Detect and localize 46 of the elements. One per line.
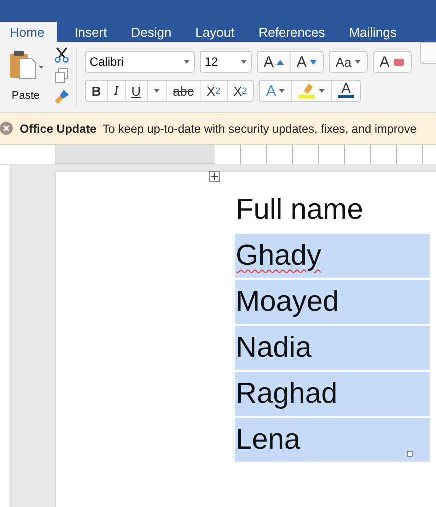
grow-font-button[interactable]: A xyxy=(258,52,291,72)
table-cell: Ghady xyxy=(235,234,430,278)
table-cell: Lena xyxy=(235,418,430,462)
ribbon-tab[interactable]: Mailings xyxy=(339,22,407,42)
superscript-button[interactable]: X$^{2}$ xyxy=(228,81,254,101)
bold-button[interactable]: B xyxy=(86,81,108,101)
clear-formatting-button[interactable]: A xyxy=(374,52,411,72)
shrink-font-button[interactable]: A xyxy=(290,52,323,72)
down-arrow-icon xyxy=(310,60,317,64)
ribbon-tab[interactable]: Design xyxy=(121,22,182,42)
ribbon-tab[interactable]: Insert xyxy=(64,22,118,42)
dropdown-caret-icon xyxy=(240,60,247,64)
clipboard-icon xyxy=(8,50,44,80)
table-resize-handle-icon[interactable] xyxy=(407,451,413,457)
table-cell: Moayed xyxy=(235,280,430,324)
close-icon[interactable] xyxy=(0,122,13,135)
dropdown-caret-icon xyxy=(279,89,286,93)
change-case-button[interactable]: Aa xyxy=(330,52,367,72)
font-size-dropdown[interactable]: 12 xyxy=(200,51,252,73)
table-move-handle-icon[interactable] xyxy=(209,171,220,182)
horizontal-ruler[interactable] xyxy=(0,145,436,165)
font-name-dropdown[interactable]: Calibri xyxy=(84,51,195,73)
dropdown-caret-icon xyxy=(319,89,326,93)
banner-message: To keep up-to-date with security updates, fixes, and improve xyxy=(102,122,417,136)
banner-title: Office Update xyxy=(20,122,97,136)
color-bar-icon xyxy=(338,95,354,98)
dropdown-caret-icon xyxy=(354,60,361,64)
ribbon-tab[interactable]: Layout xyxy=(186,22,245,42)
copy-icon[interactable] xyxy=(55,68,70,84)
dropdown-caret-icon xyxy=(184,60,190,64)
paste-button[interactable]: Paste xyxy=(2,42,50,112)
paintbrush-icon[interactable] xyxy=(54,89,70,105)
ribbon-tab[interactable]: Home xyxy=(0,22,57,42)
ribbon-tab[interactable]: References xyxy=(248,22,336,42)
scissors-icon[interactable] xyxy=(54,47,70,63)
eraser-icon xyxy=(392,58,405,66)
underline-button[interactable]: U xyxy=(126,81,148,101)
table-cell: Nadia xyxy=(235,326,430,370)
table-cell: Raghad xyxy=(235,372,430,416)
highlighter-icon xyxy=(298,82,316,100)
strikethrough-button[interactable]: abc xyxy=(166,81,201,101)
font-color-button[interactable]: A xyxy=(332,81,360,101)
dropdown-caret-icon xyxy=(154,89,160,93)
up-arrow-icon xyxy=(276,60,284,64)
italic-button[interactable]: I xyxy=(108,81,126,101)
table-cell-text: Full name xyxy=(235,193,364,228)
